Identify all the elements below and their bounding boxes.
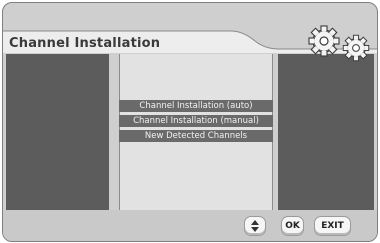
installation-menu: Channel Installation (auto) Channel Inst… [119,100,273,145]
gears-icon [308,25,370,62]
exit-button[interactable]: EXIT [314,216,351,236]
menu-item-new-detected-channels[interactable]: New Detected Channels [119,130,273,142]
page-title: Channel Installation [9,36,161,51]
left-panel [6,54,109,210]
menu-item-manual-installation[interactable]: Channel Installation (manual) [119,115,273,127]
right-panel [278,54,374,210]
ok-button[interactable]: OK [281,216,304,236]
up-down-arrows-icon [251,220,259,232]
menu-item-auto-installation[interactable]: Channel Installation (auto) [119,100,273,112]
navigate-button[interactable] [244,216,266,236]
